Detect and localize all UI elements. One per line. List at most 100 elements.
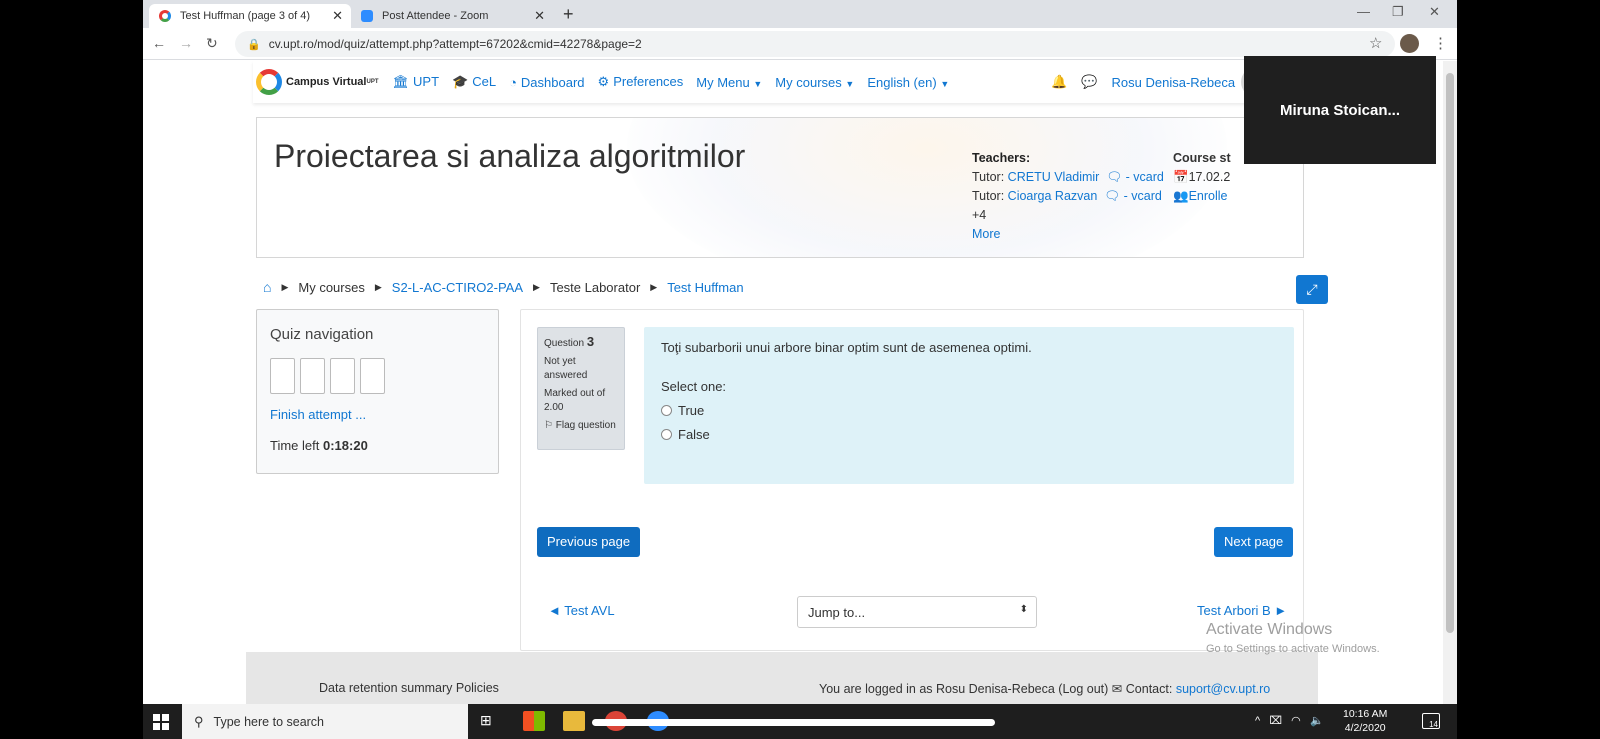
breadcrumb-section[interactable]: Teste Laborator [550, 280, 640, 295]
screen: Test Huffman (page 3 of 4) ✕ Post Attend… [143, 0, 1457, 739]
timer-value: 0:18:20 [322, 438, 368, 453]
radio-false[interactable] [661, 429, 672, 440]
vcard-link[interactable]: - vcard [1124, 189, 1162, 203]
jump-to-select[interactable]: Jump to... ⬍ [797, 596, 1037, 628]
window-close-icon[interactable]: ✕ [1429, 4, 1440, 20]
teacher-link[interactable]: Cioarga Razvan [1008, 189, 1098, 203]
teacher-message-icon[interactable]: 🗨 [1104, 189, 1120, 203]
bookmark-star-icon[interactable]: ☆ [1369, 34, 1382, 52]
more-link[interactable]: More [972, 227, 1000, 241]
tab-title: Test Huffman (page 3 of 4) [180, 10, 311, 22]
option-label: True [678, 403, 705, 418]
chevron-down-icon: ▼ [845, 78, 855, 89]
quiz-main-region: Question 3 Not yet answered Marked out o… [520, 309, 1304, 651]
teacher-message-icon[interactable]: 🗨 [1106, 170, 1122, 184]
option-true[interactable]: True [661, 403, 1277, 418]
lock-icon: 🔒 [247, 38, 261, 51]
select-one-label: Select one: [661, 379, 727, 394]
page-scrollbar[interactable] [1443, 61, 1457, 704]
question-grade: Marked out of 2.00 [544, 388, 606, 413]
logo-sup: UPT [366, 79, 379, 85]
flag-question[interactable]: ⚐ Flag question [544, 419, 618, 433]
zoom-participant-overlay[interactable]: Miruna Stoican... [1244, 56, 1436, 164]
moodle-navbar: Campus Virtual UPT 🏛 UPT 🎓 CeL ◔ Dashboard … [253, 61, 1317, 103]
breadcrumb-quiz[interactable]: Test Huffman [667, 280, 743, 295]
browser-tab-quiz[interactable]: Test Huffman (page 3 of 4) ✕ [149, 4, 351, 28]
nav-language[interactable]: English (en) ▼ [867, 75, 949, 90]
course-title: Proiectarea si analiza algoritmilor [274, 138, 746, 174]
nav-my-courses[interactable]: My courses ▼ [775, 75, 854, 90]
next-activity-link[interactable]: Test Arbori B ► [1197, 603, 1287, 618]
user-name[interactable]: Rosu Denisa-Rebeca [1112, 75, 1236, 90]
contact-email-link[interactable]: suport@cv.upt.ro [1176, 682, 1270, 696]
time-left: Time left 0:18:20 [270, 438, 368, 453]
taskbar-search-input[interactable]: ⚲ Type here to search [182, 704, 468, 739]
store-icon[interactable] [523, 711, 545, 731]
home-icon[interactable]: ⌂ [263, 279, 271, 295]
breadcrumb-separator-icon: ▶ [374, 281, 382, 292]
nav-cel[interactable]: 🎓 CeL [452, 74, 496, 90]
chevron-down-icon: ▼ [940, 78, 950, 89]
expand-icon: ⤢ [1306, 281, 1318, 297]
maximize-icon[interactable]: ❐ [1392, 4, 1404, 20]
next-page-button[interactable]: Next page [1214, 527, 1294, 557]
browser-tab-zoom[interactable]: Post Attendee - Zoom ✕ [351, 4, 553, 28]
profile-avatar[interactable] [1400, 34, 1419, 53]
close-tab-icon[interactable]: ✕ [534, 8, 545, 24]
nav-dashboard[interactable]: ◔ Dashboard [509, 75, 584, 90]
question-nav-button-3[interactable] [330, 358, 355, 394]
windows-start-icon[interactable] [153, 714, 169, 730]
breadcrumb-course[interactable]: S2-L-AC-CTIRO2-PAA [392, 280, 523, 295]
close-tab-icon[interactable]: ✕ [332, 8, 343, 24]
option-false[interactable]: False [661, 427, 1277, 442]
url-input[interactable]: 🔒 cv.upt.ro/mod/quiz/attempt.php?attempt… [235, 31, 1395, 57]
teacher-link[interactable]: CRETU Vladimir [1008, 170, 1100, 184]
question-number: Question 3 [544, 334, 595, 350]
task-view-icon[interactable]: ⊞ [480, 712, 502, 732]
system-tray-icons[interactable]: ^ ⌧ ◠ 🔈 [1255, 714, 1324, 727]
forward-icon[interactable]: → [179, 35, 193, 51]
breadcrumb-separator-icon: ▶ [650, 281, 658, 292]
enrolled-link[interactable]: 👥Enrolle [1173, 189, 1228, 203]
question-text: Toţi subarborii unui arbore binar optim … [661, 340, 1032, 355]
finish-attempt-link[interactable]: Finish attempt ... [270, 407, 366, 422]
back-icon[interactable]: ← [152, 35, 166, 51]
notification-center-icon[interactable]: 14 [1422, 713, 1440, 729]
course-header: Proiectarea si analiza algoritmilor Teac… [256, 117, 1304, 258]
footer-links[interactable]: Data retention summary Policies [319, 681, 499, 695]
fullscreen-expand-button[interactable]: ⤢ [1296, 275, 1328, 304]
question-nav-button-1[interactable] [270, 358, 295, 394]
breadcrumb-separator-icon: ▶ [281, 281, 289, 292]
message-icon[interactable]: 💬 [1081, 74, 1097, 90]
bell-icon[interactable]: 🔔 [1051, 74, 1067, 90]
question-nav-button-4[interactable] [360, 358, 385, 394]
quiz-navigation-title: Quiz navigation [270, 326, 374, 343]
nav-my-menu[interactable]: My Menu ▼ [696, 75, 762, 90]
campus-virtual-logo[interactable]: Campus Virtual UPT [256, 69, 379, 95]
new-tab-icon[interactable]: + [563, 4, 574, 25]
course-start-heading: Course st [1173, 151, 1231, 165]
reload-icon[interactable]: ↻ [206, 35, 218, 52]
prev-activity-link[interactable]: ◄ Test AVL [548, 603, 615, 618]
breadcrumb-my-courses[interactable]: My courses [298, 280, 364, 295]
video-progress-overlay[interactable] [592, 719, 995, 726]
breadcrumb-separator-icon: ▶ [533, 281, 540, 292]
course-start-date: 17.02.2 [1188, 170, 1231, 184]
browser-menu-icon[interactable]: ⋮ [1433, 34, 1448, 52]
zoom-participant-name: Miruna Stoican... [1279, 101, 1400, 119]
graduation-cap-icon: 🎓 [452, 74, 469, 89]
nav-preferences[interactable]: ⚙ Preferences [598, 74, 684, 90]
calendar-icon: 📅 [1173, 170, 1189, 184]
taskbar-clock[interactable]: 10:16 AM 4/2/2020 [1343, 707, 1387, 735]
nav-upt[interactable]: 🏛 UPT [393, 74, 440, 90]
course-start-info: Course st 📅17.02.2 👥Enrolle [1173, 149, 1231, 206]
radio-true[interactable] [661, 405, 672, 416]
previous-page-button[interactable]: Previous page [537, 527, 641, 557]
scrollbar-thumb[interactable] [1446, 73, 1454, 633]
vcard-link[interactable]: - vcard [1126, 170, 1164, 184]
windows-activation-watermark: Activate Windows Go to Settings to activ… [1206, 621, 1380, 655]
minimize-icon[interactable]: — [1357, 4, 1370, 19]
question-info: Question 3 Not yet answered Marked out o… [537, 327, 625, 450]
file-explorer-icon[interactable] [563, 711, 585, 731]
question-nav-button-2[interactable] [300, 358, 325, 394]
